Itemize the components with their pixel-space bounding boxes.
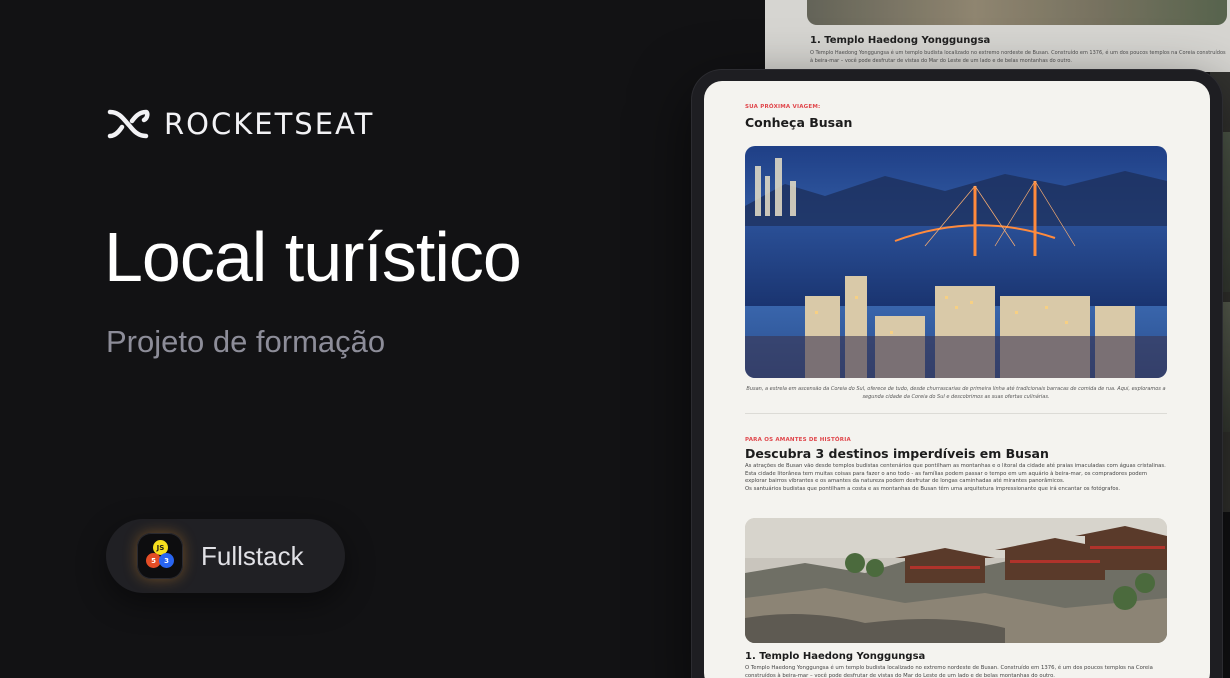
background-page-heading: 1. Templo Haedong Yonggungsa xyxy=(810,35,991,46)
busan-photo-caption: Busan, a estrela em ascensão da Coreia d… xyxy=(746,386,1166,400)
section2-title: Descubra 3 destinos imperdíveis em Busan xyxy=(745,446,1049,461)
section2-paragraph-1: As atrações de Busan vão desde templos b… xyxy=(745,463,1166,485)
background-page-preview: 1. Templo Haedong Yonggungsa O Templo Ha… xyxy=(765,0,1230,72)
brand-name: ROCKETSEAT xyxy=(164,106,375,141)
section-divider xyxy=(745,413,1167,414)
destination1-title: 1. Templo Haedong Yonggungsa xyxy=(745,651,926,662)
rocketseat-logo-icon xyxy=(107,109,150,139)
rocketseat-logo: ROCKETSEAT xyxy=(106,108,374,140)
background-temple-photo xyxy=(807,0,1227,25)
section2-eyebrow: PARA OS AMANTES DE HISTÓRIA xyxy=(745,437,851,443)
section1-title: Conheça Busan xyxy=(745,115,853,130)
badge-label: Fullstack xyxy=(201,540,304,571)
busan-city-photo xyxy=(745,146,1167,378)
section1-eyebrow: SUA PRÓXIMA VIAGEM: xyxy=(745,104,821,110)
hero-title: Local turístico xyxy=(104,218,522,296)
hero-subtitle: Projeto de formação xyxy=(106,324,386,359)
section2-paragraph-2: Os santuários budistas que pontilham a c… xyxy=(745,486,1121,492)
haedong-temple-photo xyxy=(745,518,1167,643)
destination1-text: O Templo Haedong Yonggungsa é um templo … xyxy=(745,665,1153,678)
tablet-screen[interactable]: SUA PRÓXIMA VIAGEM: Conheça Busan Busan,… xyxy=(704,81,1210,678)
background-page-text: O Templo Haedong Yonggungsa é um templo … xyxy=(810,50,1226,64)
fullstack-badge: JS 5 3 Fullstack xyxy=(106,519,345,593)
tech-stack-icon: JS 5 3 xyxy=(137,533,183,579)
css3-icon: 3 xyxy=(159,553,174,568)
